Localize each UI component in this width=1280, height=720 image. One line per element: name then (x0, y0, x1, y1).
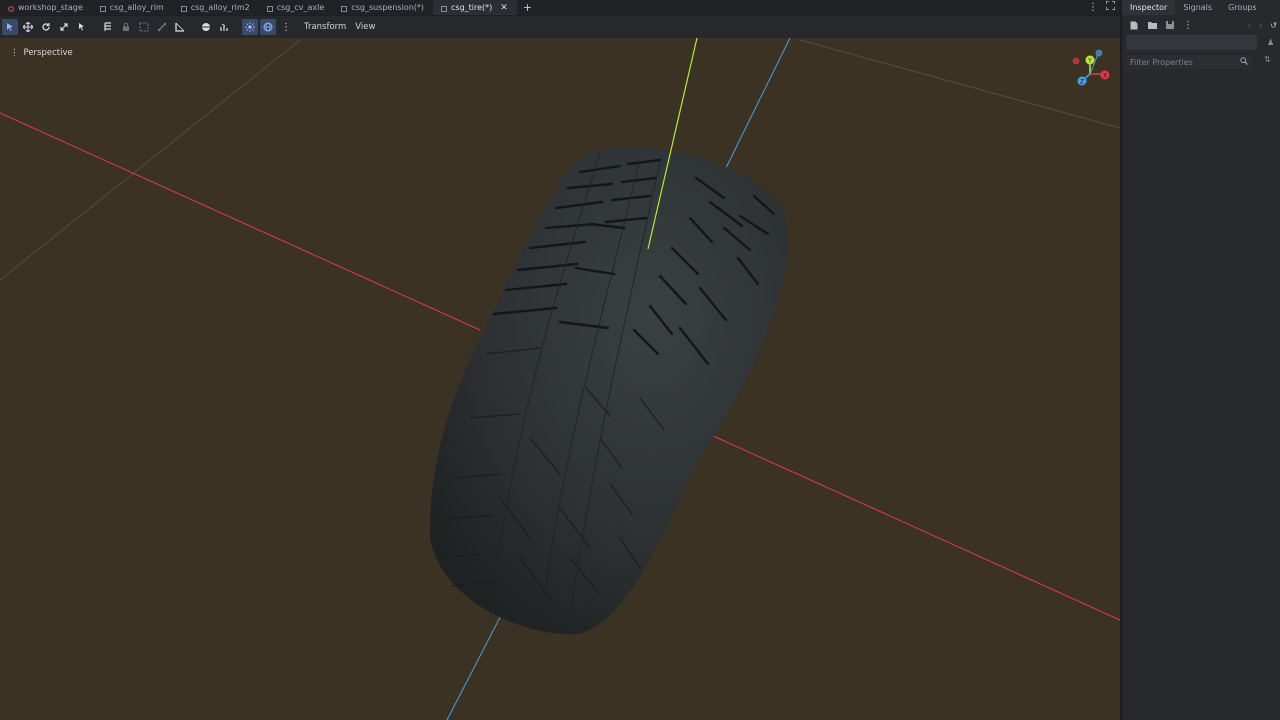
history-nav: ‹ › ↺ (1248, 21, 1280, 30)
gizmo-neg-x-handle[interactable] (1072, 57, 1080, 65)
gizmo-neg-z-handle[interactable] (1095, 49, 1103, 57)
search-icon (1240, 57, 1248, 67)
perspective-menu[interactable]: ⋮ Perspective (10, 48, 73, 58)
save-icon[interactable] (1164, 19, 1176, 31)
tab-label: csg_tire(*) (451, 3, 493, 12)
lock-icon (123, 22, 129, 31)
scene-tab-bar: workshop_stage csg_alloy_rim csg_alloy_r… (0, 0, 1120, 15)
close-tab-icon[interactable]: ✕ (500, 3, 508, 13)
select-cursor-icon (7, 23, 13, 32)
open-folder-icon[interactable] (1146, 19, 1158, 31)
scene-tab-workshop-stage[interactable]: workshop_stage (0, 0, 92, 15)
tab-inspector[interactable]: Inspector (1122, 0, 1176, 15)
group-button[interactable] (136, 19, 152, 35)
tab-label: workshop_stage (18, 3, 83, 12)
3d-viewport[interactable]: X Y Z ⋮ Perspective (0, 38, 1120, 720)
history-icon[interactable]: ↺ (1270, 21, 1277, 30)
transform-menu[interactable]: Transform (304, 22, 346, 32)
toggle-sun-button[interactable] (242, 19, 258, 35)
csg-icon (180, 5, 187, 12)
inspector-toolbar: ⋮ ‹ › ↺ (1122, 15, 1280, 35)
tab-groups[interactable]: Groups (1220, 0, 1265, 15)
bone-button[interactable] (154, 19, 170, 35)
snap-button[interactable] (216, 19, 232, 35)
filter-properties-input[interactable] (1130, 57, 1240, 67)
perspective-label: Perspective (23, 48, 73, 58)
tab-label: csg_alloy_rim (109, 3, 164, 12)
orientation-gizmo[interactable]: X Y Z (1072, 49, 1110, 86)
gizmo-z-label: Z (1080, 79, 1084, 86)
bone-icon (157, 22, 167, 32)
new-resource-icon[interactable] (1128, 19, 1140, 31)
rotate-mode-button[interactable] (38, 19, 54, 35)
viewport-scene: X Y Z (0, 38, 1120, 720)
tire-mesh[interactable] (429, 147, 789, 635)
ruler-icon (175, 22, 185, 32)
filter-properties-field[interactable] (1126, 55, 1252, 69)
forward-icon[interactable]: › (1259, 21, 1262, 30)
scale-mode-button[interactable] (56, 19, 72, 35)
snap-icon (220, 23, 228, 31)
x-axis-line (0, 112, 481, 331)
move-icon (23, 22, 33, 32)
sphere-icon (202, 23, 210, 31)
viewport-toolbar: ⋮ Transform View (0, 16, 1120, 38)
globe-icon (263, 22, 273, 32)
gizmo-x-label: X (1103, 73, 1107, 80)
dock-tabs: Inspector Signals Groups (1122, 0, 1280, 15)
scale-icon (60, 23, 68, 31)
scene-root-icon (8, 5, 14, 12)
scene-tab-csg-cv-axle[interactable]: csg_cv_axle (259, 0, 334, 15)
distraction-free-icon[interactable] (1103, 0, 1117, 15)
sort-icon[interactable]: ⇅ (1264, 55, 1271, 64)
scene-tab-csg-alloy-rim2[interactable]: csg_alloy_rim2 (173, 0, 259, 15)
move-mode-button[interactable] (20, 19, 36, 35)
kebab-menu-icon: ⋮ (281, 21, 291, 33)
more-options-button[interactable]: ⋮ (278, 19, 294, 35)
tab-menu-icon[interactable]: ⋮ (1087, 0, 1099, 15)
tab-signals[interactable]: Signals (1175, 0, 1220, 15)
select-mode-button[interactable] (2, 19, 18, 35)
view-menu[interactable]: View (355, 22, 375, 32)
lock-list-icon (104, 22, 111, 31)
toggle-environment-button[interactable] (260, 19, 276, 35)
pointer-list-icon (79, 23, 84, 31)
object-user-icon[interactable]: ♟ (1267, 38, 1274, 47)
scene-tab-csg-tire[interactable]: csg_tire(*) ✕ (433, 0, 517, 15)
group-icon (139, 22, 149, 32)
lock-button[interactable] (118, 19, 134, 35)
inspector-dock: Inspector Signals Groups ⋮ ‹ › ↺ ♟ ⇅ (1121, 0, 1280, 720)
tab-label: csg_suspension(*) (351, 3, 425, 12)
x-axis-line (699, 429, 1120, 621)
object-selector[interactable] (1126, 35, 1257, 50)
gizmo-y-label: Y (1087, 58, 1092, 65)
z-axis-line (721, 38, 791, 177)
tab-label: csg_alloy_rim2 (190, 3, 250, 12)
csg-icon (266, 5, 273, 12)
kebab-menu-icon[interactable]: ⋮ (1182, 19, 1194, 31)
csg-icon (341, 5, 348, 12)
ruler-button[interactable] (172, 19, 188, 35)
add-tab-icon[interactable]: + (517, 1, 538, 14)
scene-tab-csg-suspension[interactable]: csg_suspension(*) (333, 0, 433, 15)
local-space-button[interactable] (198, 19, 214, 35)
ruler-mode-button[interactable] (100, 19, 116, 35)
grid-line (799, 39, 1120, 129)
csg-icon (441, 5, 447, 12)
kebab-menu-icon: ⋮ (10, 48, 19, 58)
list-select-button[interactable] (74, 19, 90, 35)
tab-label: csg_cv_axle (276, 3, 325, 12)
back-icon[interactable]: ‹ (1248, 21, 1251, 30)
rotate-icon (42, 23, 50, 31)
csg-icon (99, 5, 106, 12)
scene-tab-csg-alloy-rim[interactable]: csg_alloy_rim (92, 0, 173, 15)
grid-line (0, 39, 301, 281)
sun-icon (245, 22, 255, 32)
